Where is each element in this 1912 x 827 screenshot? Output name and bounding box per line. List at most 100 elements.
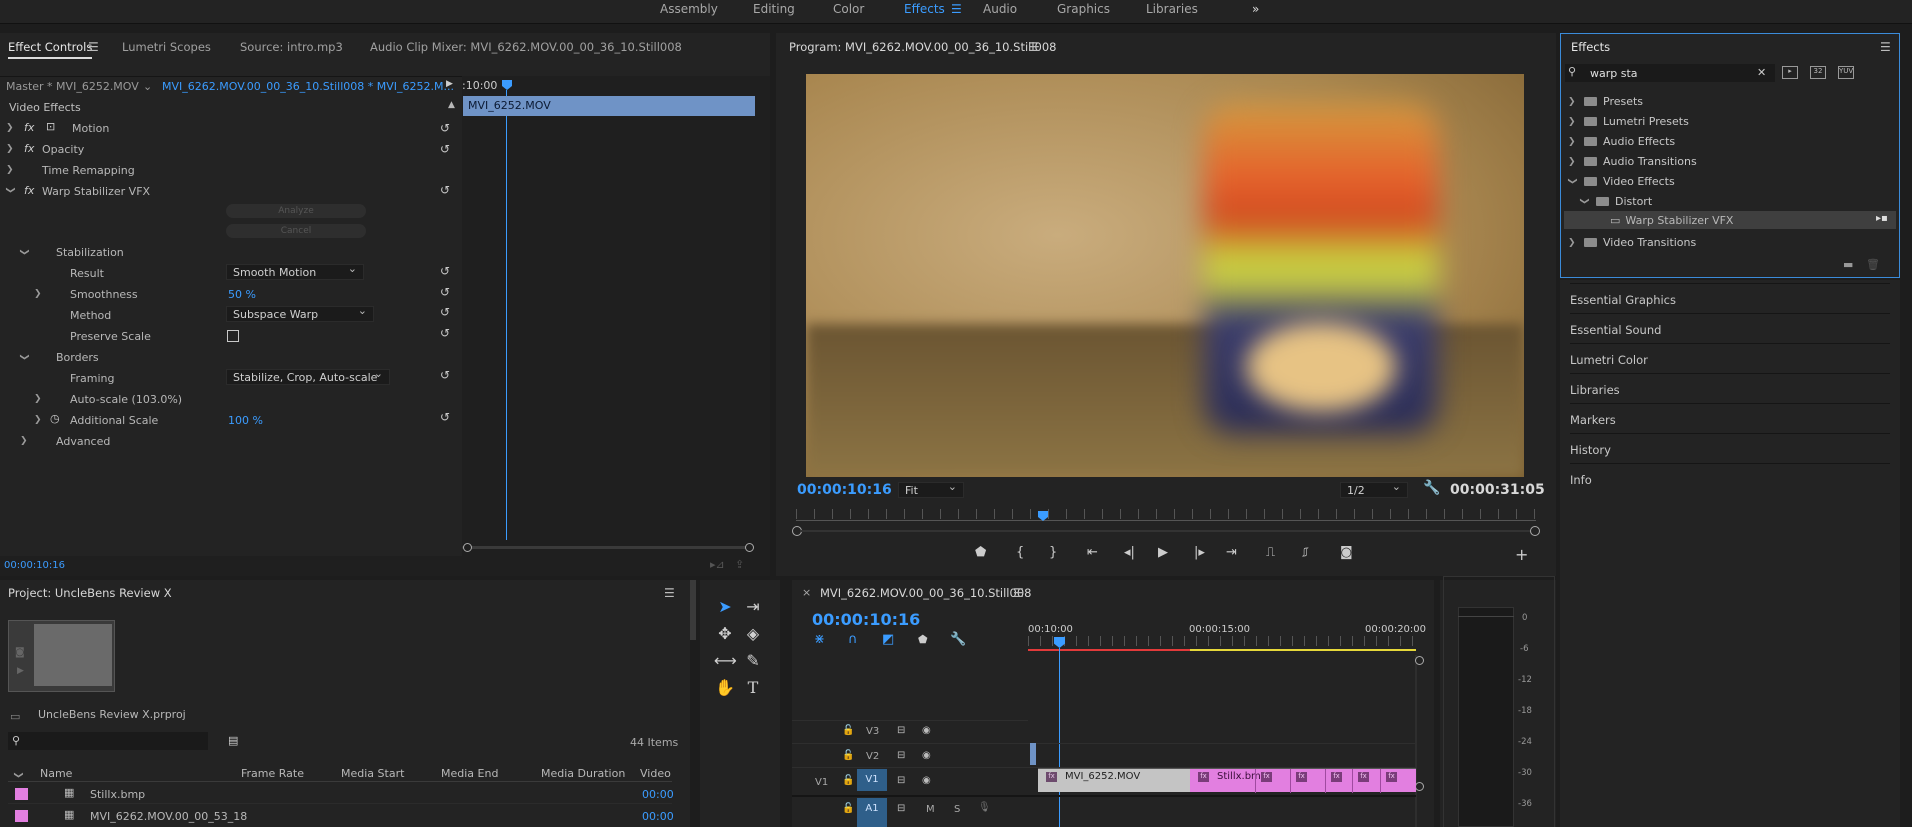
go-to-in-icon[interactable]: ⇤ [1087,545,1098,560]
project-search-field[interactable] [8,732,208,750]
program-scrub-bar[interactable] [796,520,1536,521]
tree-video-effects[interactable]: Video Effects [1584,175,1675,188]
go-to-out-icon[interactable]: ⇥ [1226,545,1237,560]
clip-edit-point[interactable] [1380,769,1381,793]
label-color-swatch[interactable] [15,788,28,800]
solo-button[interactable]: S [954,804,960,815]
clip-stillx[interactable]: fx Stillx.bmp fx fx fx fx fx [1190,768,1416,793]
panel-info[interactable]: Info [1570,463,1890,493]
close-tab-icon[interactable]: × [802,586,811,599]
effect-controls-timecode[interactable]: 00:00:10:16 [4,560,65,571]
panel-history[interactable]: History [1570,433,1890,463]
workspace-libraries[interactable]: Libraries [1146,2,1198,16]
expand-chevron-icon[interactable]: ❯ [1568,137,1576,147]
yuv-effects-icon[interactable]: YUV [1838,66,1854,79]
tab-source[interactable]: Source: intro.mp3 [240,40,343,54]
timeline-settings-icon[interactable]: 🔧 [950,632,966,647]
workspace-color[interactable]: Color [833,2,864,16]
timeline-timecode[interactable]: 00:00:10:16 [812,610,920,629]
extract-icon[interactable]: ⎎ [1302,545,1309,560]
reset-icon[interactable]: ↺ [440,143,452,155]
cancel-button[interactable]: Cancel [226,224,366,238]
sort-chevron-icon[interactable]: ❯ [13,771,23,779]
mark-out-icon[interactable]: } [1049,545,1057,560]
collapse-chevron-icon[interactable]: ❯ [1567,177,1577,185]
expand-chevron-icon[interactable]: ❯ [34,289,42,299]
panel-menu-icon[interactable]: ☰ [1880,40,1891,54]
video-frame[interactable] [806,74,1524,477]
tree-audio-transitions[interactable]: Audio Transitions [1584,155,1697,168]
panel-lumetri-color[interactable]: Lumetri Color [1570,343,1890,373]
panel-libraries[interactable]: Libraries [1570,373,1890,403]
reset-icon[interactable]: ↺ [440,411,452,423]
tree-warp-stabilizer[interactable]: ▭ Warp Stabilizer VFX [1610,214,1733,227]
chevron-down-icon[interactable]: ⌄ [143,80,152,93]
column-media-duration[interactable]: Media Duration [541,767,625,780]
panel-menu-icon[interactable]: ☰ [1029,40,1040,54]
lock-icon[interactable]: 🔓 [842,775,854,786]
lift-icon[interactable]: ⎍ [1266,545,1275,560]
tab-lumetri-scopes[interactable]: Lumetri Scopes [122,40,211,54]
zoom-scrollbar[interactable] [462,546,752,549]
program-timecode[interactable]: 00:00:10:16 [797,482,892,498]
expand-chevron-icon[interactable]: ❯ [6,165,14,175]
linked-selection-icon[interactable]: ◩ [882,632,894,647]
project-thumbnail[interactable]: ◙ ▶ [8,620,115,692]
timeline-title[interactable]: MVI_6262.MOV.00_00_36_10.Still008 [820,586,1031,600]
resolution-dropdown[interactable]: 1/2 [1340,480,1408,498]
workspace-effects[interactable]: Effects [904,2,945,16]
new-search-bin-icon[interactable]: ▤ [228,734,238,747]
eye-icon[interactable]: ◉ [922,775,931,786]
hand-tool-icon[interactable]: ✋ [714,677,736,699]
play-icon[interactable]: ▶ [1158,545,1168,560]
expand-chevron-icon[interactable]: ❯ [6,144,14,154]
timeline-vscroll[interactable] [1415,655,1417,827]
tree-distort[interactable]: Distort [1596,195,1652,208]
stopwatch-icon[interactable]: ◷ [50,412,60,425]
scroll-up-icon[interactable]: ▲ [448,100,455,110]
eye-icon[interactable]: ◉ [922,725,931,736]
expand-chevron-icon[interactable]: ❯ [6,123,14,133]
step-forward-icon[interactable]: |▸ [1194,545,1205,560]
clip-bar[interactable]: MVI_6252.MOV [463,96,755,116]
new-bin-icon[interactable]: ▬ [1843,258,1853,271]
collapse-chevron-icon[interactable]: ❯ [19,353,29,361]
mark-in-icon[interactable]: { [1016,545,1024,560]
timeline-ruler-ticks[interactable] [1028,636,1416,646]
filter-icon[interactable]: ▸⊿ [710,558,725,571]
accelerated-effects-icon[interactable]: ▸ [1782,66,1798,79]
panel-menu-icon[interactable]: ☰ [88,40,99,54]
project-title[interactable]: Project: UncleBens Review X [8,586,172,600]
track-v1-target[interactable]: V1 [857,769,887,791]
sync-lock-icon[interactable]: ⊟ [897,775,905,786]
label-color-swatch[interactable] [15,810,28,822]
tree-presets[interactable]: Presets [1584,95,1643,108]
collapse-chevron-icon[interactable]: ❯ [19,248,29,256]
result-dropdown[interactable]: Smooth Motion [226,262,364,280]
workspace-editing[interactable]: Editing [753,2,795,16]
step-back-icon[interactable]: ◂| [1124,545,1135,560]
32bit-effects-icon[interactable]: 32 [1810,66,1826,79]
snap-icon[interactable]: ∩ [848,632,858,647]
wrench-icon[interactable]: 🔧 [1423,480,1440,496]
expand-chevron-icon[interactable]: ❯ [1568,97,1576,107]
project-scrollbar[interactable] [690,580,696,640]
nest-icon[interactable]: ⋇ [814,632,825,647]
workspace-assembly[interactable]: Assembly [660,2,718,16]
ripple-edit-tool-icon[interactable]: ✥ [714,623,736,645]
effects-search-input[interactable]: warp sta [1590,67,1638,80]
panel-markers[interactable]: Markers [1570,403,1890,433]
expand-chevron-icon[interactable]: ❯ [1568,157,1576,167]
collapse-chevron-icon[interactable]: ❯ [1579,197,1589,205]
add-marker-icon[interactable]: ⬟ [918,633,928,646]
reset-icon[interactable]: ↺ [440,306,452,318]
scroll-handle-left[interactable] [463,543,472,552]
source-patch-v1[interactable]: V1 [815,777,828,788]
microphone-icon[interactable]: 🎙 [978,802,991,813]
column-media-end[interactable]: Media End [441,767,498,780]
effect-controls-timeline[interactable] [462,76,770,556]
additional-scale-value[interactable]: 100 % [228,414,263,427]
export-icon[interactable]: ⇪ [735,558,744,571]
tree-audio-effects[interactable]: Audio Effects [1584,135,1675,148]
panel-essential-graphics[interactable]: Essential Graphics [1570,283,1890,313]
